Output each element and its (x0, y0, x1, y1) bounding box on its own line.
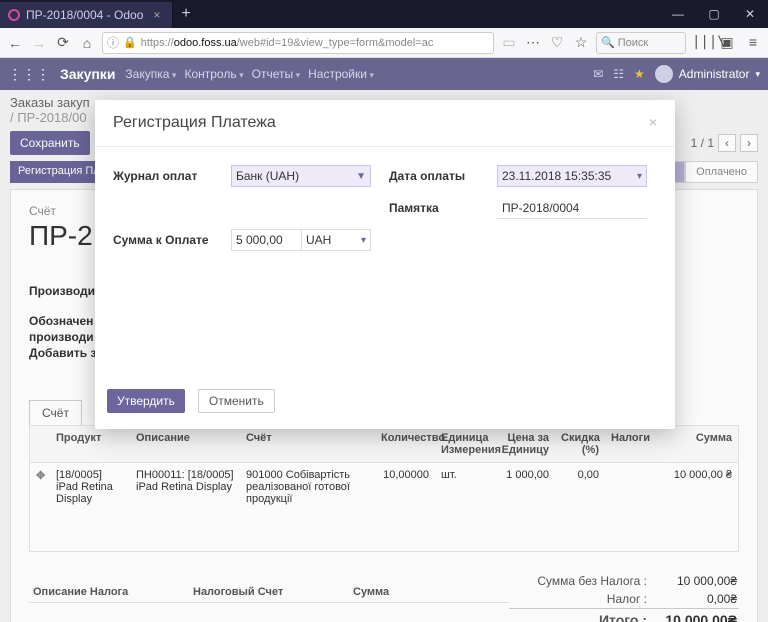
menu-control[interactable]: Контроль (184, 67, 243, 81)
tab-close-icon[interactable]: × (149, 8, 164, 22)
user-menu[interactable]: Administrator ▾ (655, 65, 760, 83)
reader-icon[interactable]: ▭ (500, 34, 518, 51)
menu-icon[interactable]: ≡ (744, 34, 762, 51)
date-input[interactable]: 23.11.2018 15:35:35 ▾ (497, 165, 647, 187)
currency-value: UAH (306, 233, 331, 247)
chevron-down-icon: ▼ (356, 171, 366, 182)
menu-settings[interactable]: Настройки (308, 67, 374, 81)
amount-label: Сумма к Оплате (113, 233, 213, 247)
nav-forward-icon[interactable]: → (30, 35, 48, 51)
nav-home-icon[interactable]: ⌂ (78, 35, 96, 51)
window-close-icon[interactable]: ✕ (732, 7, 768, 21)
window-maximize-icon[interactable]: ▢ (696, 7, 732, 21)
star-icon[interactable]: ★ (634, 67, 645, 81)
currency-select[interactable]: UAH ▾ (301, 229, 371, 251)
user-name: Administrator (679, 67, 750, 81)
nav-back-icon[interactable]: ← (6, 35, 24, 51)
url-text: https://odoo.foss.ua/web#id=19&view_type… (141, 37, 434, 49)
confirm-button[interactable]: Утвердить (107, 389, 185, 413)
amount-value: 5 000,00 (236, 233, 283, 247)
app-topbar: ⋮⋮⋮ Закупки Закупка Контроль Отчеты Наст… (0, 58, 768, 90)
bookmark-icon[interactable]: ☆ (572, 34, 590, 51)
lock-icon: 🔒 (123, 36, 137, 49)
date-label: Дата оплаты (389, 169, 479, 183)
messaging-icon[interactable]: ✉ (593, 67, 603, 81)
menu-purchase[interactable]: Закупка (125, 67, 176, 81)
favicon (8, 9, 20, 21)
chevron-down-icon: ▾ (755, 69, 760, 80)
browser-titlebar: ПР-2018/0004 - Odoo × + — ▢ ✕ (0, 0, 768, 28)
payment-modal: Регистрация Платежа × Журнал оплат Банк … (95, 100, 675, 429)
browser-search-input[interactable]: 🔍 Поиск (596, 32, 686, 54)
search-icon: 🔍 (601, 36, 615, 49)
page-body: Заказы закуп / ПР-2018/00 Сохранить Отка… (0, 90, 768, 622)
new-tab-button[interactable]: + (173, 5, 198, 23)
window-minimize-icon[interactable]: — (660, 7, 696, 21)
browser-toolbar: ← → ⟳ ⌂ ⓘ 🔒 https://odoo.foss.ua/web#id=… (0, 28, 768, 58)
nav-reload-icon[interactable]: ⟳ (54, 34, 72, 51)
avatar (655, 65, 673, 83)
app-menus: Закупка Контроль Отчеты Настройки (125, 67, 374, 81)
tab-title: ПР-2018/0004 - Odoo (26, 8, 143, 22)
memo-input[interactable]: ПР-2018/0004 (497, 197, 647, 219)
journal-value: Банк (UAH) (236, 169, 299, 183)
app-name[interactable]: Закупки (60, 66, 115, 82)
chevron-down-icon: ▾ (361, 235, 366, 246)
menu-reports[interactable]: Отчеты (252, 67, 301, 81)
shield-icon[interactable]: ♡ (548, 34, 566, 51)
library-icon[interactable]: |||\ (692, 34, 710, 51)
memo-label: Памятка (389, 201, 479, 215)
amount-input[interactable]: 5 000,00 (231, 229, 301, 251)
chevron-down-icon: ▾ (637, 171, 642, 182)
memo-value: ПР-2018/0004 (502, 201, 579, 215)
search-placeholder: Поиск (618, 37, 648, 49)
browser-tab[interactable]: ПР-2018/0004 - Odoo × (0, 0, 173, 28)
more-icon[interactable]: ⋯ (524, 34, 542, 51)
journal-select[interactable]: Банк (UAH) ▼ (231, 165, 371, 187)
sidebar-icon[interactable]: ▣ (718, 34, 736, 51)
apps-icon[interactable]: ⋮⋮⋮ (8, 66, 50, 83)
date-value: 23.11.2018 15:35:35 (502, 169, 611, 183)
journal-label: Журнал оплат (113, 169, 213, 183)
modal-close-icon[interactable]: × (649, 114, 657, 132)
cancel-button[interactable]: Отменить (198, 389, 275, 413)
modal-title: Регистрация Платежа (113, 114, 276, 132)
info-icon[interactable]: ⓘ (107, 34, 119, 51)
url-input[interactable]: ⓘ 🔒 https://odoo.foss.ua/web#id=19&view_… (102, 32, 494, 54)
activities-icon[interactable]: ☷ (613, 67, 624, 81)
